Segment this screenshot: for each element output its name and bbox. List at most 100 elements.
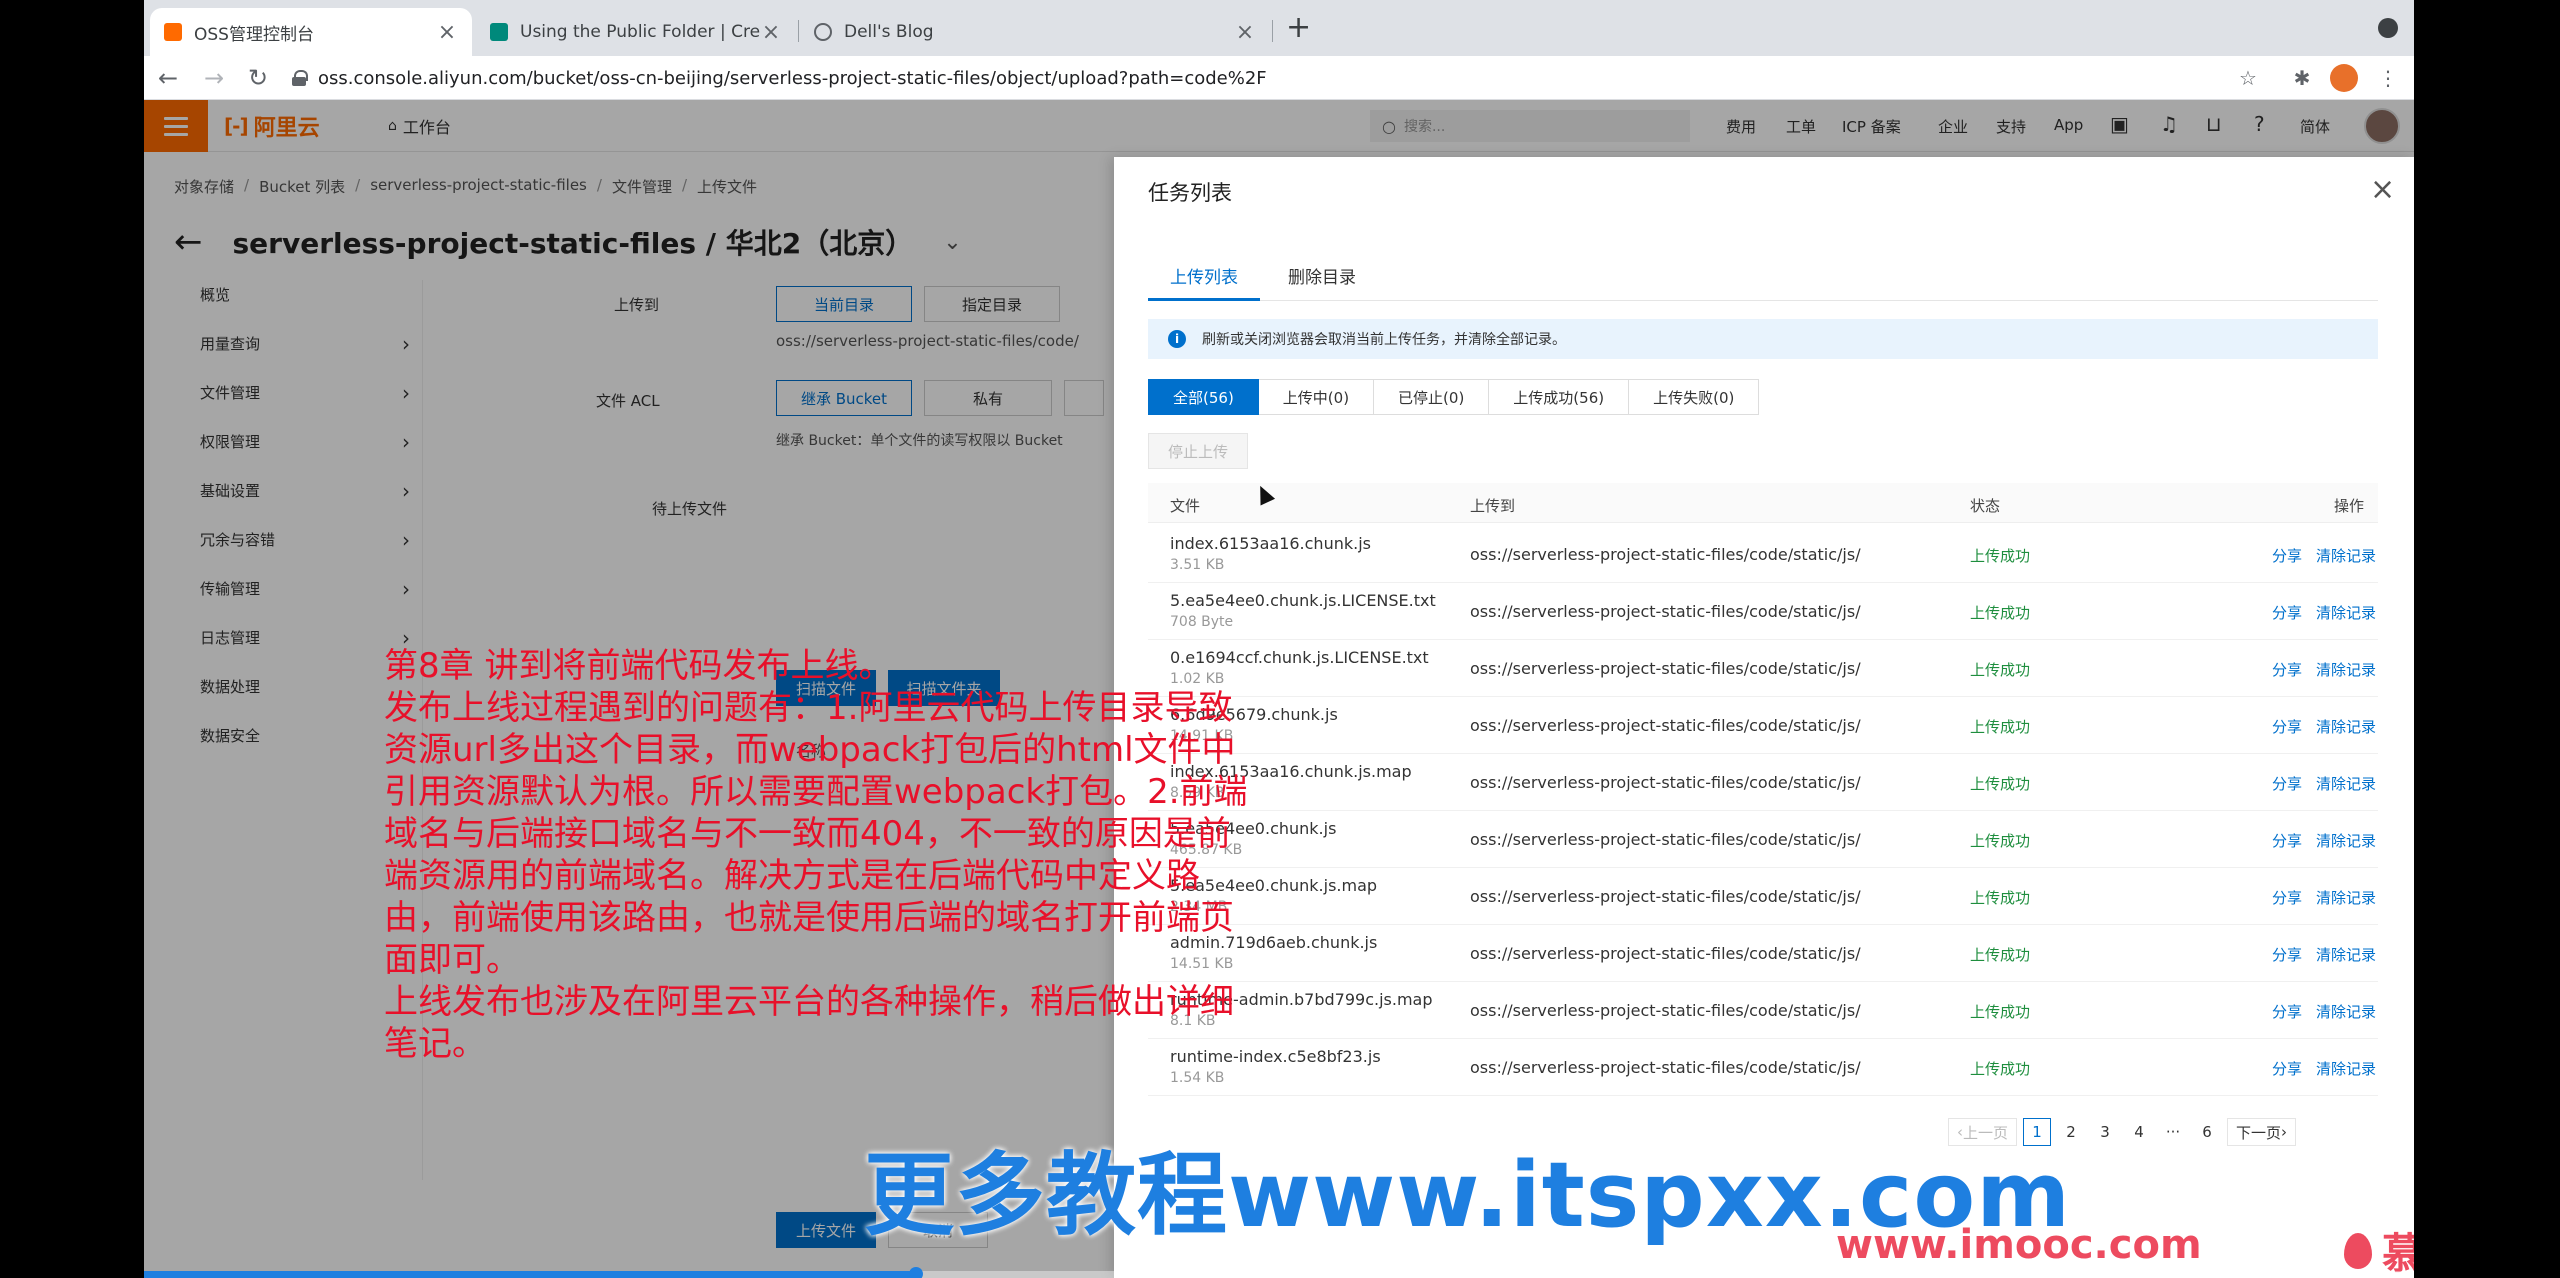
share-link[interactable]: 分享	[2272, 1001, 2302, 1022]
profile-avatar-icon[interactable]	[2330, 64, 2358, 92]
lock-icon	[292, 70, 308, 86]
table-row: 5.ea5e4ee0.chunk.js.LICENSE.txt 708 Byte o…	[1148, 583, 2378, 640]
imooc-url-watermark: www.imooc.com	[1836, 1222, 2202, 1268]
video-progress-fill	[144, 1271, 916, 1278]
table-row: 6.6d9e5679.chunk.js 14.91 KB oss://serverl…	[1148, 697, 2378, 754]
upload-destination: oss://serverless-project-static-files/co…	[1470, 602, 1861, 621]
video-progress-bar[interactable]	[144, 1267, 2414, 1278]
upload-destination: oss://serverless-project-static-files/co…	[1470, 944, 1861, 963]
status-badge: 上传成功	[1970, 1060, 2031, 1078]
file-size: 3.51 KB	[1170, 557, 1225, 573]
status-badge: 上传成功	[1970, 718, 2031, 736]
file-size: 708 Byte	[1170, 614, 1234, 630]
clear-record-link[interactable]: 清除记录	[2316, 602, 2376, 623]
table-row: index.6153aa16.chunk.js 3.51 KB oss://serv…	[1148, 526, 2378, 583]
tab-upload-list[interactable]: 上传列表	[1148, 263, 1260, 301]
share-link[interactable]: 分享	[2272, 602, 2302, 623]
status-badge: 上传成功	[1970, 889, 2031, 907]
forward-arrow-icon[interactable]: →	[196, 60, 232, 96]
tab-delete-dir[interactable]: 删除目录	[1288, 263, 1356, 301]
url-text: oss.console.aliyun.com/bucket/oss-cn-bei…	[318, 67, 1267, 89]
clear-record-link[interactable]: 清除记录	[2316, 773, 2376, 794]
upload-destination: oss://serverless-project-static-files/co…	[1470, 1058, 1861, 1077]
video-progress-handle[interactable]	[909, 1267, 923, 1278]
page-last[interactable]: 6	[2193, 1118, 2221, 1146]
filter-all[interactable]: 全部(56)	[1148, 379, 1259, 415]
browser-tab-bar: OSS管理控制台 × Using the Public Folder | Cre…	[144, 0, 2414, 56]
back-arrow-icon[interactable]: ←	[150, 60, 186, 96]
share-link[interactable]: 分享	[2272, 545, 2302, 566]
clear-record-link[interactable]: 清除记录	[2316, 1001, 2376, 1022]
address-bar[interactable]: oss.console.aliyun.com/bucket/oss-cn-bei…	[292, 62, 2292, 94]
upload-destination: oss://serverless-project-static-files/co…	[1470, 887, 1861, 906]
react-favicon-icon	[490, 23, 508, 41]
clear-record-link[interactable]: 清除记录	[2316, 545, 2376, 566]
share-link[interactable]: 分享	[2272, 659, 2302, 680]
imooc-logo: 慕课网	[2344, 1220, 2414, 1278]
upload-destination: oss://serverless-project-static-files/co…	[1470, 1001, 1861, 1020]
close-icon[interactable]: ×	[436, 20, 458, 45]
aliyun-favicon-icon	[164, 23, 182, 41]
share-link[interactable]: 分享	[2272, 887, 2302, 908]
bookmark-star-icon[interactable]: ☆	[2234, 64, 2262, 92]
close-icon[interactable]: ×	[2370, 175, 2395, 205]
page-3[interactable]: 3	[2091, 1118, 2119, 1146]
tab-search-icon[interactable]	[2378, 18, 2398, 38]
status-filter: 全部(56) 上传中(0) 已停止(0) 上传成功(56) 上传失败(0)	[1148, 379, 1760, 415]
next-page-label: 下一页	[2236, 1123, 2282, 1142]
kebab-menu-icon[interactable]: ⋮	[2374, 64, 2402, 92]
file-size: 1.54 KB	[1170, 1070, 1225, 1086]
stop-upload-button[interactable]: 停止上传	[1148, 433, 1248, 469]
status-badge: 上传成功	[1970, 1003, 2031, 1021]
status-badge: 上传成功	[1970, 661, 2031, 679]
tab-oss-console[interactable]: OSS管理控制台 ×	[150, 8, 472, 56]
table-row: index.6153aa16.chunk.js.map 8.59 KB oss://…	[1148, 754, 2378, 811]
file-name: index.6153aa16.chunk.js	[1170, 534, 1371, 553]
clear-record-link[interactable]: 清除记录	[2316, 1058, 2376, 1079]
drawer-tabs: 上传列表 删除目录	[1148, 259, 2378, 301]
task-list-drawer: 任务列表 × 上传列表 删除目录 i 刷新或关闭浏览器会取消当前上传任务，并清除…	[1114, 157, 2414, 1278]
screen: OSS管理控制台 × Using the Public Folder | Cre…	[144, 0, 2414, 1278]
page-ellipsis[interactable]: ···	[2159, 1118, 2187, 1146]
drawer-title: 任务列表	[1148, 181, 1232, 205]
share-link[interactable]: 分享	[2272, 830, 2302, 851]
share-link[interactable]: 分享	[2272, 773, 2302, 794]
extensions-puzzle-icon[interactable]: ✱	[2288, 64, 2316, 92]
clear-record-link[interactable]: 清除记录	[2316, 887, 2376, 908]
share-link[interactable]: 分享	[2272, 716, 2302, 737]
status-badge: 上传成功	[1970, 946, 2031, 964]
new-tab-button[interactable]: +	[1286, 12, 1311, 44]
share-link[interactable]: 分享	[2272, 1058, 2302, 1079]
close-icon[interactable]: ×	[1234, 20, 1256, 45]
status-badge: 上传成功	[1970, 832, 2031, 850]
tab-separator	[798, 20, 799, 42]
table-row: runtime-index.c5e8bf23.js 1.54 KB oss://se…	[1148, 1039, 2378, 1096]
share-link[interactable]: 分享	[2272, 944, 2302, 965]
page-4[interactable]: 4	[2125, 1118, 2153, 1146]
note-line: 发布上线过程遇到的问题有：1.阿里云代码上传目录导致资源url多出这个目录，而w…	[384, 688, 1248, 980]
tab-separator	[1272, 20, 1273, 42]
tab-title: Using the Public Folder | Creat	[520, 22, 760, 42]
globe-icon	[814, 23, 832, 41]
table-header: 文件 上传到 状态 操作	[1148, 483, 2378, 523]
clear-record-link[interactable]: 清除记录	[2316, 659, 2376, 680]
upload-destination: oss://serverless-project-static-files/co…	[1470, 773, 1861, 792]
clear-record-link[interactable]: 清除记录	[2316, 830, 2376, 851]
info-notice: i 刷新或关闭浏览器会取消当前上传任务，并清除全部记录。	[1148, 319, 2378, 359]
tab-public-folder[interactable]: Using the Public Folder | Creat ×	[476, 8, 796, 56]
clear-record-link[interactable]: 清除记录	[2316, 716, 2376, 737]
col-status: 状态	[1970, 497, 2001, 515]
filter-success[interactable]: 上传成功(56)	[1489, 379, 1630, 415]
filter-uploading[interactable]: 上传中(0)	[1258, 379, 1375, 415]
filter-failed[interactable]: 上传失败(0)	[1629, 379, 1760, 415]
clear-record-link[interactable]: 清除记录	[2316, 944, 2376, 965]
info-icon: i	[1168, 330, 1186, 348]
next-page-button[interactable]: 下一页 ›	[2227, 1118, 2297, 1146]
status-badge: 上传成功	[1970, 775, 2031, 793]
table-row: 5.ea5e4ee0.chunk.js 465.87 KB oss://server…	[1148, 811, 2378, 868]
tab-title: Dell's Blog	[844, 22, 934, 42]
close-icon[interactable]: ×	[760, 20, 782, 45]
filter-stopped[interactable]: 已停止(0)	[1374, 379, 1490, 415]
reload-icon[interactable]: ↻	[240, 60, 276, 96]
tab-dells-blog[interactable]: Dell's Blog ×	[800, 8, 1270, 56]
